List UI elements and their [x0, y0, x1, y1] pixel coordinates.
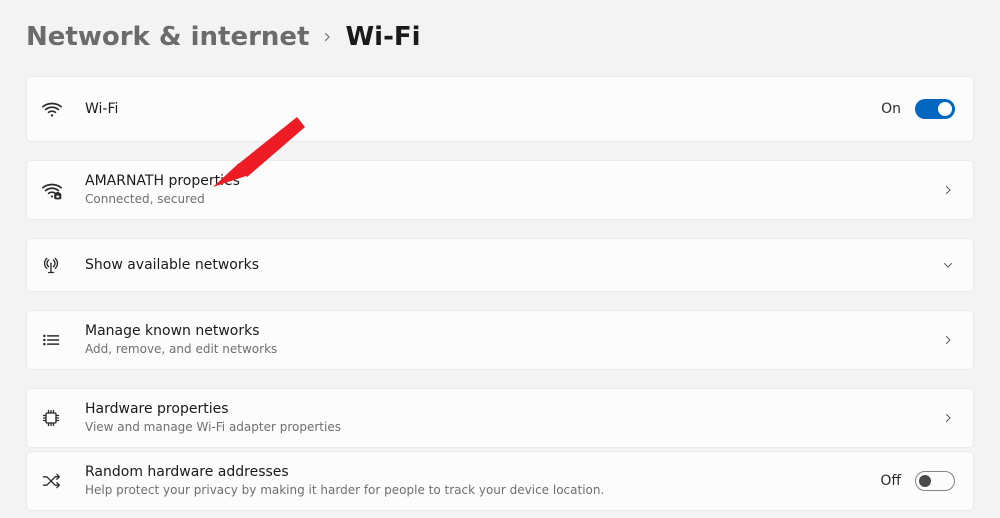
breadcrumb: Network & internet Wi-Fi — [26, 22, 974, 52]
row-subtitle: Help protect your privacy by making it h… — [85, 483, 880, 497]
toggle-state-label: On — [881, 101, 901, 117]
chip-icon — [41, 408, 85, 428]
row-text: Hardware properties View and manage Wi-F… — [85, 401, 941, 434]
chevron-right-icon — [941, 183, 955, 197]
row-subtitle: Add, remove, and edit networks — [85, 342, 941, 356]
settings-page: Network & internet Wi-Fi Wi-Fi On — [0, 0, 1000, 511]
row-text: Manage known networks Add, remove, and e… — [85, 323, 941, 356]
row-trailing: Off — [880, 471, 955, 491]
random-hw-addresses-row[interactable]: Random hardware addresses Help protect y… — [26, 451, 974, 511]
shuffle-icon — [41, 471, 85, 491]
row-trailing — [941, 411, 955, 425]
row-text: AMARNATH properties Connected, secured — [85, 173, 941, 206]
wifi-secured-icon — [41, 179, 85, 201]
row-text: Show available networks — [85, 257, 941, 274]
wifi-toggle-row[interactable]: Wi-Fi On — [26, 76, 974, 142]
row-subtitle: Connected, secured — [85, 192, 941, 206]
available-networks-row[interactable]: Show available networks — [26, 238, 974, 292]
row-trailing — [941, 258, 955, 272]
known-networks-row[interactable]: Manage known networks Add, remove, and e… — [26, 310, 974, 370]
row-title: Hardware properties — [85, 401, 941, 418]
breadcrumb-parent[interactable]: Network & internet — [26, 22, 309, 52]
toggle-state-label: Off — [880, 473, 901, 489]
row-trailing — [941, 333, 955, 347]
chevron-right-icon — [941, 411, 955, 425]
current-network-row[interactable]: AMARNATH properties Connected, secured — [26, 160, 974, 220]
wifi-toggle[interactable] — [915, 99, 955, 119]
chevron-right-icon — [941, 333, 955, 347]
list-icon — [41, 330, 85, 350]
antenna-icon — [41, 254, 85, 276]
row-text: Wi-Fi — [85, 101, 881, 118]
row-trailing: On — [881, 99, 955, 119]
breadcrumb-current: Wi-Fi — [345, 22, 420, 52]
row-title: Wi-Fi — [85, 101, 881, 118]
wifi-icon — [41, 98, 85, 120]
row-title: Manage known networks — [85, 323, 941, 340]
row-title: AMARNATH properties — [85, 173, 941, 190]
row-trailing — [941, 183, 955, 197]
hardware-properties-row[interactable]: Hardware properties View and manage Wi-F… — [26, 388, 974, 448]
row-title: Show available networks — [85, 257, 941, 274]
row-subtitle: View and manage Wi-Fi adapter properties — [85, 420, 941, 434]
chevron-down-icon — [941, 258, 955, 272]
random-hw-toggle[interactable] — [915, 471, 955, 491]
chevron-right-icon — [321, 31, 333, 43]
row-title: Random hardware addresses — [85, 464, 880, 481]
settings-list: Wi-Fi On AMARNAT — [26, 76, 974, 511]
row-text: Random hardware addresses Help protect y… — [85, 464, 880, 497]
